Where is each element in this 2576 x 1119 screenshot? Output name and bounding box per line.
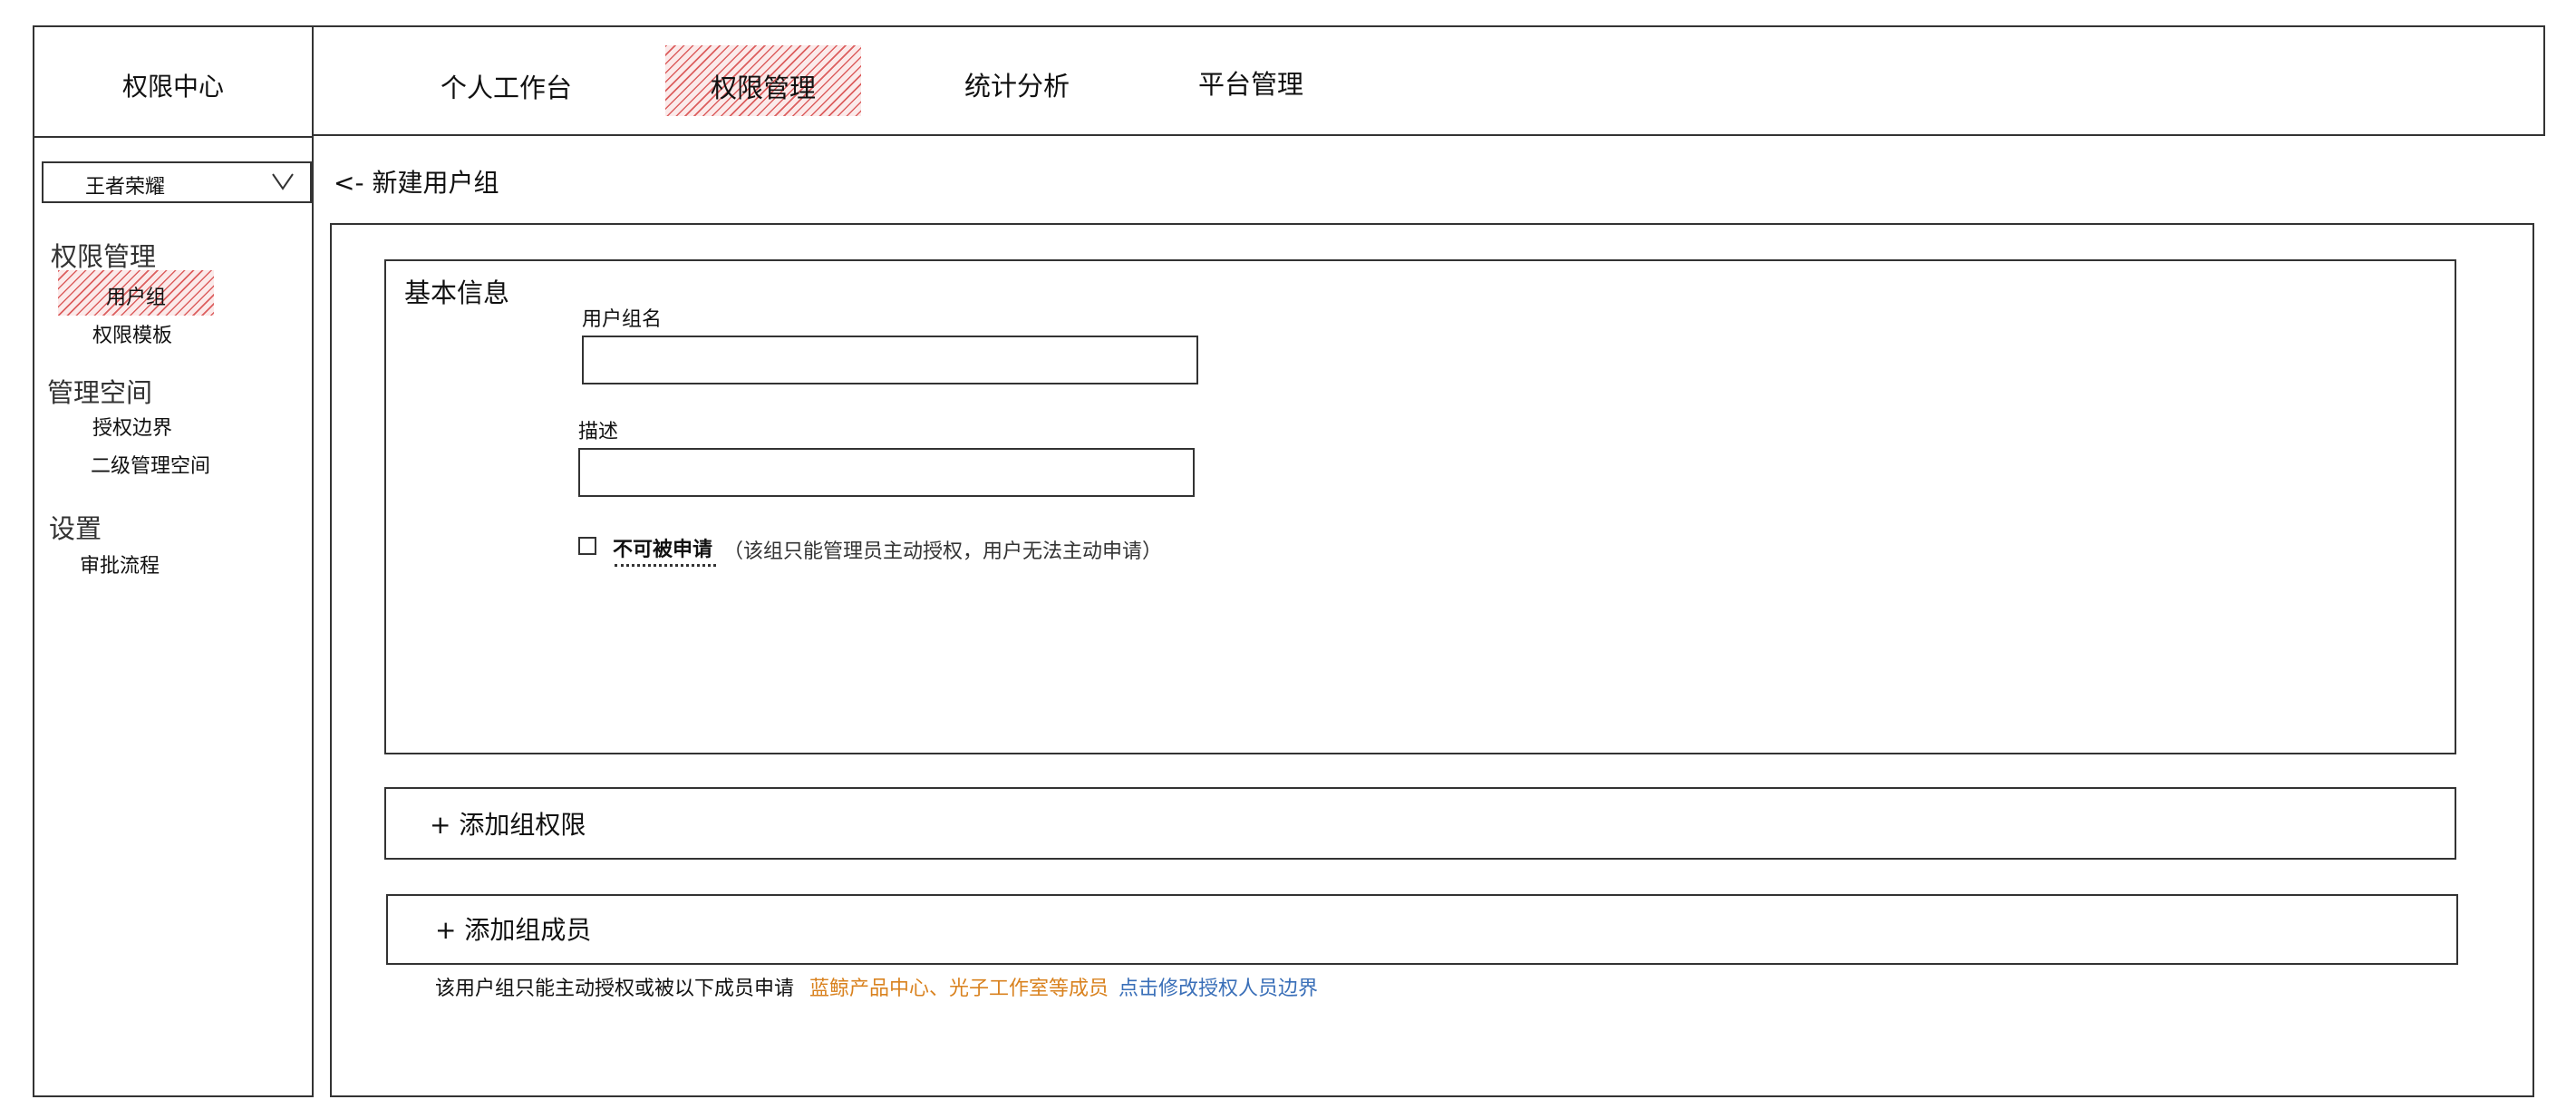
sidebar-item-authorization-boundary[interactable]: 授权边界	[92, 412, 172, 441]
sidebar-section-permission: 权限管理	[51, 241, 157, 272]
description-input[interactable]	[578, 448, 1195, 497]
sidebar-section-settings: 设置	[49, 513, 102, 544]
sidebar: 王者荣耀 权限管理 用户组 权限模板 管理空间 授权边界 二级管理空间 设置 审…	[33, 136, 314, 1097]
not-applicable-label[interactable]: 不可被申请	[613, 533, 712, 562]
member-note-prefix: 该用户组只能主动授权或被以下成员申请	[435, 978, 795, 1000]
not-applicable-checkbox[interactable]	[578, 537, 596, 555]
sidebar-item-secondary-space[interactable]: 二级管理空间	[91, 450, 210, 479]
group-name-input[interactable]	[582, 336, 1198, 384]
tab-statistics[interactable]: 统计分析	[964, 65, 1070, 103]
tab-platform-management[interactable]: 平台管理	[1198, 63, 1303, 102]
app-title: 权限中心	[121, 72, 224, 102]
chevron-down-icon	[270, 167, 295, 200]
project-select-value: 王者荣耀	[85, 176, 166, 199]
add-permissions-label: + 添加组权限	[430, 810, 586, 840]
tab-permission-management[interactable]: 权限管理	[665, 45, 861, 116]
app-title-box: 权限中心	[33, 25, 314, 138]
basic-info-title: 基本信息	[404, 277, 510, 308]
edit-boundary-link[interactable]: 点击修改授权人员边界	[1119, 978, 1318, 1000]
top-navigation: 个人工作台 权限管理 统计分析 平台管理	[312, 25, 2545, 136]
group-name-label: 用户组名	[582, 308, 663, 331]
back-link[interactable]: <- 新建用户组	[334, 163, 499, 199]
member-note: 该用户组只能主动授权或被以下成员申请 蓝鲸产品中心、光子工作室等成员 点击修改授…	[435, 972, 1318, 1001]
tab-permission-management-label: 权限管理	[710, 73, 816, 103]
tab-personal-workbench[interactable]: 个人工作台	[441, 67, 572, 105]
sidebar-item-permission-templates[interactable]: 权限模板	[92, 319, 172, 348]
sidebar-item-user-groups-label: 用户组	[105, 287, 166, 309]
add-permissions-bar[interactable]: + 添加组权限	[384, 787, 2456, 860]
add-members-label: + 添加组成员	[435, 915, 592, 945]
add-members-bar[interactable]: + 添加组成员	[386, 894, 2458, 965]
basic-info-card: 基本信息 用户组名 描述 不可被申请 （该组只能管理员主动授权，用户无法主动申请…	[384, 259, 2456, 754]
not-applicable-hint: （该组只能管理员主动授权，用户无法主动申请）	[723, 540, 1163, 563]
member-note-members: 蓝鲸产品中心、光子工作室等成员	[809, 978, 1109, 1000]
sidebar-item-approval-flow[interactable]: 审批流程	[80, 550, 160, 579]
project-select[interactable]: 王者荣耀	[42, 161, 312, 203]
description-label: 描述	[578, 421, 619, 443]
sidebar-section-management-space: 管理空间	[47, 377, 153, 408]
sidebar-item-user-groups[interactable]: 用户组	[58, 270, 214, 316]
not-applicable-underline	[615, 564, 716, 567]
